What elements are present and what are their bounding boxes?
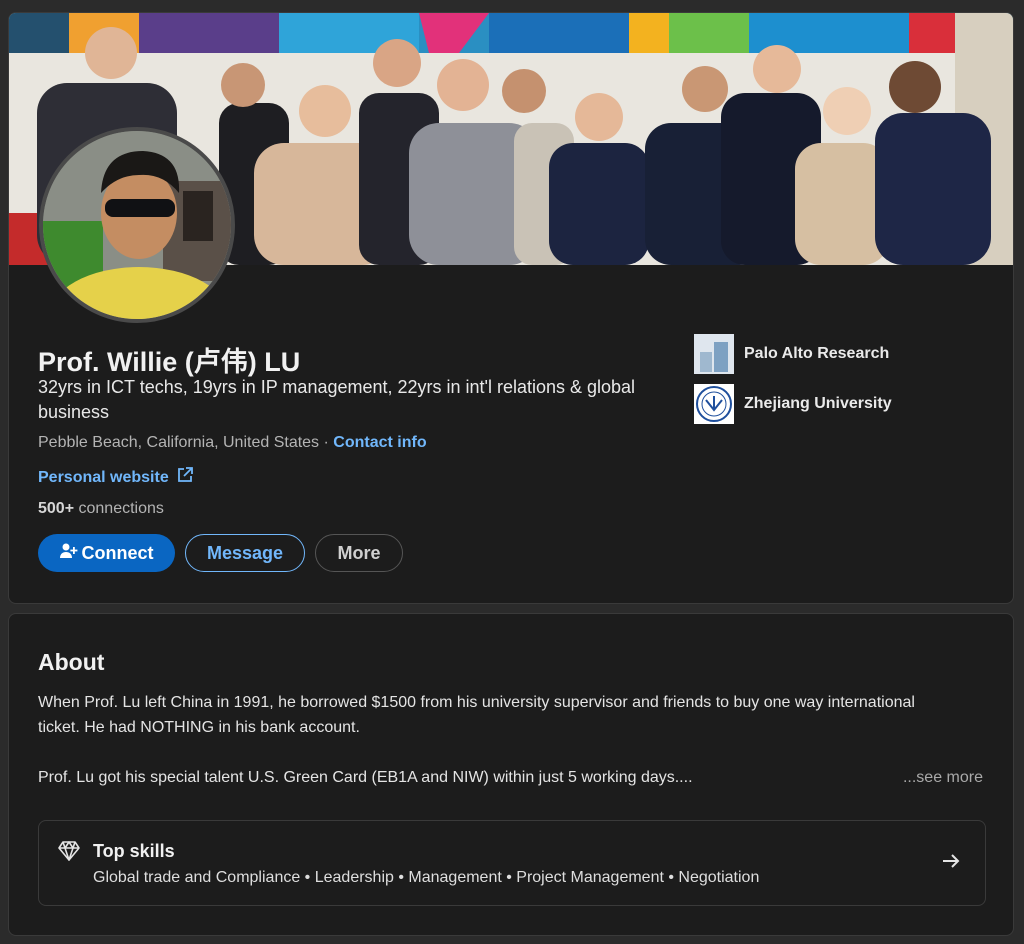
company-name: Palo Alto Research [744,345,890,362]
external-link-icon [177,467,193,488]
more-button[interactable]: More [315,534,403,572]
profile-card: Prof. Willie (卢伟) LU 32yrs in ICT techs,… [8,12,1014,604]
about-section: About When Prof. Lu left China in 1991, … [8,613,1014,936]
add-person-icon [59,542,78,565]
university-seal-icon [694,384,734,424]
profile-name: Prof. Willie (卢伟) LU [38,347,301,377]
about-paragraph: Prof. Lu got his special talent U.S. Gre… [38,769,693,786]
top-skills-list: Global trade and Compliance • Leadership… [93,869,760,886]
personal-website-label: Personal website [38,468,169,486]
personal-website-link[interactable]: Personal website [38,467,193,488]
current-company-link[interactable]: Palo Alto Research [694,334,889,374]
action-buttons: Connect Message More [38,534,403,572]
connections-number: 500+ [38,500,75,517]
location-row: Pebble Beach, California, United States … [38,434,427,452]
company-logo-icon [694,334,734,374]
arrow-right-icon[interactable] [941,851,961,876]
profile-headline: 32yrs in ICT techs, 19yrs in IP manageme… [38,377,636,422]
profile-photo[interactable] [39,127,235,323]
contact-info-link[interactable]: Contact info [333,434,426,451]
connections-count[interactable]: 500+ connections [38,500,164,518]
top-skills-card[interactable]: Top skills Global trade and Compliance •… [38,820,986,906]
about-title: About [38,649,105,675]
education-link[interactable]: Zhejiang University [694,384,892,424]
university-name: Zhejiang University [744,395,892,412]
location-text: Pebble Beach, California, United States [38,434,320,451]
connect-button-label: Connect [81,542,154,563]
connections-label: connections [78,500,164,517]
see-more-button[interactable]: ...see more [903,769,983,787]
message-button[interactable]: Message [185,534,305,572]
about-text: When Prof. Lu left China in 1991, he bor… [38,690,938,790]
top-skills-title: Top skills [93,841,175,861]
connect-button[interactable]: Connect [38,534,175,572]
about-paragraph: When Prof. Lu left China in 1991, he bor… [38,694,915,736]
location-separator: · [323,434,329,451]
diamond-icon [57,839,81,868]
